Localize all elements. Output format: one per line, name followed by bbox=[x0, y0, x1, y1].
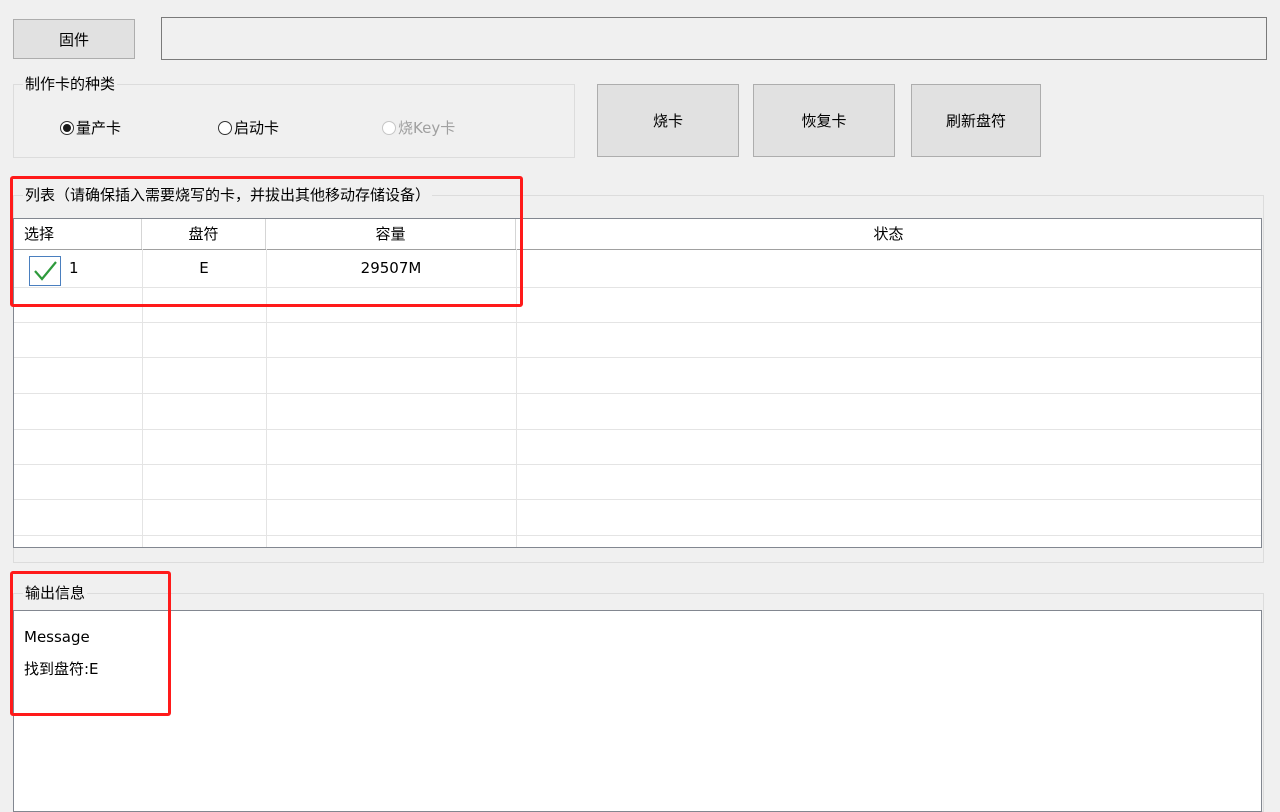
output-textarea[interactable]: Message 找到盘符:E bbox=[13, 610, 1262, 812]
radio-mass-production[interactable]: 量产卡 bbox=[60, 117, 121, 138]
grid-divider bbox=[14, 499, 1261, 500]
refresh-drives-button[interactable]: 刷新盘符 bbox=[911, 84, 1041, 157]
grid-divider bbox=[14, 393, 1261, 394]
radio-unchecked-icon bbox=[218, 120, 232, 135]
burn-card-label: 烧卡 bbox=[652, 112, 683, 130]
radio-label: 量产卡 bbox=[76, 119, 122, 137]
grid-divider bbox=[14, 429, 1261, 430]
burn-card-button[interactable]: 烧卡 bbox=[597, 84, 739, 157]
grid-divider bbox=[14, 322, 1261, 323]
firmware-path-field[interactable] bbox=[161, 17, 1267, 60]
radio-key-card[interactable]: 烧Key卡 bbox=[382, 117, 455, 138]
firmware-button-label: 固件 bbox=[58, 30, 89, 49]
grid-divider bbox=[14, 464, 1261, 465]
grid-divider bbox=[14, 357, 1261, 358]
restore-card-button[interactable]: 恢复卡 bbox=[753, 84, 895, 157]
output-line: Message bbox=[24, 628, 90, 646]
highlight-box-output bbox=[10, 571, 171, 716]
row-status bbox=[516, 251, 1261, 286]
radio-label: 烧Key卡 bbox=[398, 119, 456, 137]
refresh-drives-label: 刷新盘符 bbox=[945, 112, 1006, 130]
grid-divider bbox=[14, 535, 1261, 536]
restore-card-label: 恢复卡 bbox=[801, 112, 847, 130]
firmware-button[interactable]: 固件 bbox=[13, 19, 135, 59]
radio-checked-icon bbox=[60, 120, 74, 135]
highlight-box-list bbox=[10, 176, 523, 307]
radio-label: 启动卡 bbox=[234, 119, 280, 137]
column-header-status[interactable]: 状态 bbox=[516, 219, 1261, 249]
output-line: 找到盘符:E bbox=[24, 660, 99, 678]
radio-boot-card[interactable]: 启动卡 bbox=[218, 117, 279, 138]
radio-unchecked-icon bbox=[382, 120, 396, 135]
card-type-title: 制作卡的种类 bbox=[23, 75, 118, 93]
